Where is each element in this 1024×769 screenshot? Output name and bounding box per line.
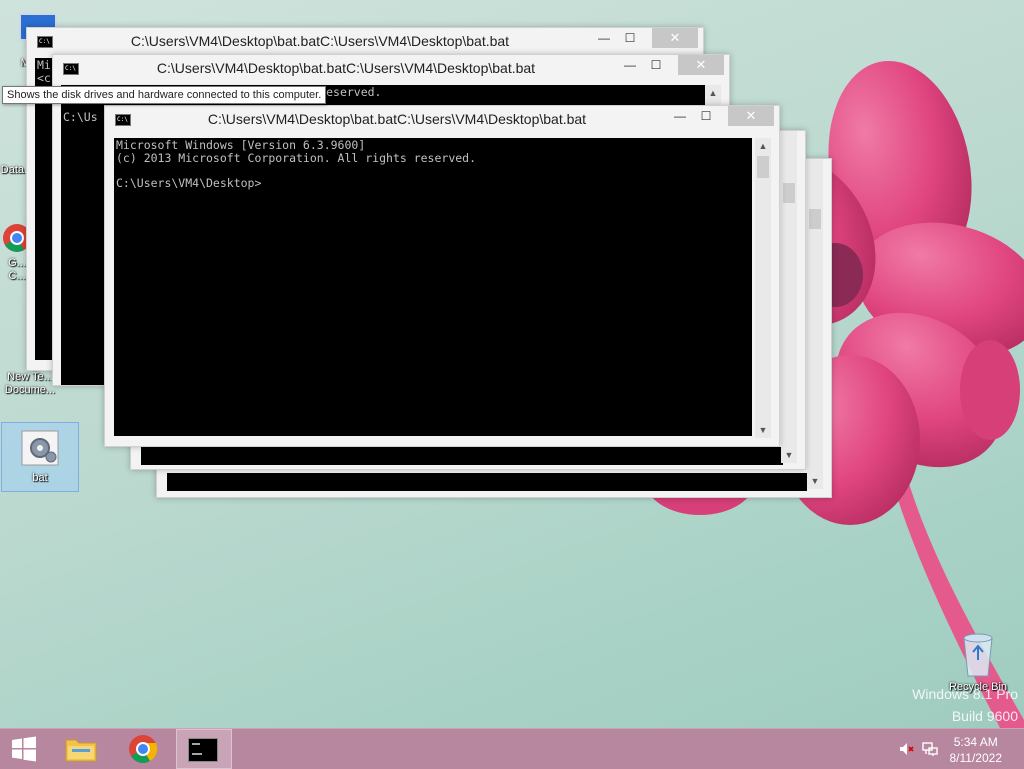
window-title: C:\Users\VM4\Desktop\bat.batC:\Users\VM4…: [156, 60, 536, 76]
clock-time: 5:34 AM: [953, 735, 998, 749]
vertical-scrollbar[interactable]: ▼: [781, 131, 797, 463]
windows-watermark: Windows 8.1 Pro Build 9600: [912, 686, 1018, 724]
close-button[interactable]: ✕: [678, 55, 724, 75]
windows-logo-icon: [12, 736, 36, 762]
folder-icon: [65, 739, 97, 762]
recycle-bin-icon: [963, 633, 993, 677]
desktop-icon-bat[interactable]: bat: [1, 422, 79, 492]
taskbar: 5:34 AM 8/11/2022: [0, 728, 1024, 769]
watermark-build: Build 9600: [951, 708, 1018, 724]
chrome-icon: [129, 735, 158, 763]
close-button[interactable]: ✕: [652, 28, 698, 48]
window-title: C:\Users\VM4\Desktop\bat.batC:\Users\VM4…: [130, 33, 510, 49]
start-button[interactable]: [0, 729, 48, 769]
console-window-3[interactable]: C:\ C:\Users\VM4\Desktop\bat.batC:\Users…: [104, 105, 780, 447]
taskbar-google-chrome[interactable]: [120, 729, 166, 769]
taskbar-file-explorer[interactable]: [58, 729, 104, 769]
console-output: Microsoft Windows [Version 6.3.9600] (c)…: [114, 138, 752, 436]
window-title: C:\Users\VM4\Desktop\bat.batC:\Users\VM4…: [207, 111, 587, 127]
console-output: [167, 473, 807, 491]
vertical-scrollbar[interactable]: ▲ ▼: [755, 138, 771, 438]
network-icon[interactable]: [922, 741, 938, 757]
scroll-up-arrow-icon[interactable]: ▲: [705, 85, 721, 101]
console-icon: [188, 738, 218, 762]
scroll-down-arrow-icon[interactable]: ▼: [807, 473, 823, 489]
taskbar-clock[interactable]: 5:34 AM 8/11/2022: [950, 734, 1003, 766]
scroll-down-arrow-icon[interactable]: ▼: [781, 447, 797, 463]
title-bar[interactable]: C:\ C:\Users\VM4\Desktop\bat.batC:\Users…: [105, 106, 779, 134]
scrollbar-thumb[interactable]: [783, 183, 795, 203]
title-bar[interactable]: C:\ C:\Users\VM4\Desktop\bat.batC:\Users…: [27, 28, 703, 56]
scroll-up-arrow-icon[interactable]: ▲: [755, 138, 771, 154]
desktop-icon-label: New Te... Docume...: [4, 371, 56, 396]
title-bar[interactable]: C:\ C:\Users\VM4\Desktop\bat.batC:\Users…: [53, 55, 729, 83]
volume-muted-icon[interactable]: [898, 741, 914, 757]
my-computer-tooltip: Shows the disk drives and hardware conne…: [2, 86, 327, 104]
scroll-down-arrow-icon[interactable]: ▼: [755, 422, 771, 438]
scrollbar-thumb[interactable]: [809, 209, 821, 229]
batch-file-gear-icon: [21, 430, 59, 466]
close-button[interactable]: ✕: [728, 106, 774, 126]
clock-date: 8/11/2022: [949, 751, 1003, 765]
desktop-icon-label: bat: [32, 472, 48, 484]
taskbar-command-prompt[interactable]: [176, 729, 232, 769]
maximize-button[interactable]: ☐: [615, 28, 645, 48]
maximize-button[interactable]: ☐: [691, 106, 721, 126]
vertical-scrollbar[interactable]: ▼: [807, 159, 823, 489]
maximize-button[interactable]: ☐: [641, 55, 671, 75]
console-output: [141, 447, 783, 465]
watermark-edition: Windows 8.1 Pro: [912, 686, 1018, 702]
scrollbar-thumb[interactable]: [757, 156, 769, 178]
